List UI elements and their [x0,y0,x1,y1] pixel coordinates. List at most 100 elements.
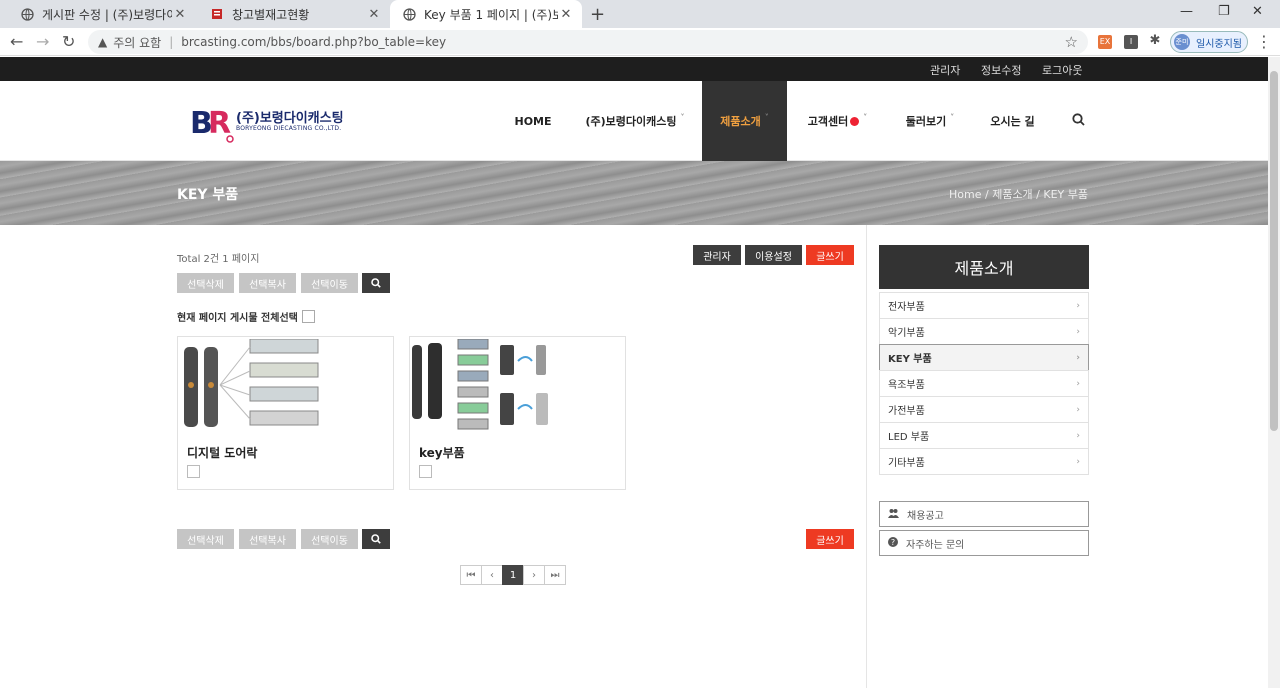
chevron-down-icon: ˅ [863,112,868,122]
browser-tab-bar: 게시판 수정 | (주)보령다이캐스팅 ✕ 창고별재고현황 ✕ Key 부품 1… [0,0,1280,28]
sidebar-item-led[interactable]: LED 부품 › [879,422,1089,449]
next-page-icon[interactable]: › [523,565,545,585]
nav-company[interactable]: (주)보령다이캐스팅 ˅ [575,81,695,161]
browser-tab-2[interactable]: 창고별재고현황 ✕ [198,0,390,28]
settings-button[interactable]: 이용설정 [745,245,802,265]
post-thumbnail[interactable] [180,338,393,439]
post-title[interactable]: key부품 [419,444,465,461]
write-button[interactable]: 글쓰기 [806,245,854,265]
browser-tab-3[interactable]: Key 부품 1 페이지 | (주)보령다이 ✕ [390,0,582,28]
sidebar-item-instrument[interactable]: 악기부품 › [879,318,1089,345]
nav-label: 오시는 길 [990,115,1035,128]
select-all-row: 현재 페이지 게시물 전체선택 [177,309,315,324]
delete-selected-button-bottom[interactable]: 선택삭제 [177,529,234,549]
new-tab-button[interactable]: + [590,4,605,25]
extension-icon[interactable]: EX [1098,35,1112,49]
page-scrollbar[interactable] [1268,57,1280,688]
post-checkbox[interactable] [419,465,432,478]
sidebar-item-key[interactable]: KEY 부품 › [879,344,1089,371]
browser-tab-title: 창고별재고현황 [232,7,310,22]
close-icon[interactable]: ✕ [558,7,574,22]
chevron-right-icon: › [1076,378,1080,389]
chevron-right-icon: › [1076,352,1080,363]
extension-icon[interactable]: I [1124,35,1138,49]
copy-selected-button[interactable]: 선택복사 [239,273,296,293]
delete-selected-button[interactable]: 선택삭제 [177,273,234,293]
kebab-menu-icon[interactable]: ⋮ [1256,32,1272,51]
sidebar-item-other[interactable]: 기타부품 › [879,448,1089,475]
sidebar-item-label: 악기부품 [888,328,925,339]
globe-icon [402,7,416,21]
svg-text:R: R [208,106,231,141]
edit-profile-link[interactable]: 정보수정 [981,62,1021,78]
profile-button[interactable]: 준미 일시중지됨 [1170,31,1248,53]
url-text: brcasting.com/bbs/board.php?bo_table=key [181,35,447,49]
close-icon[interactable]: ✕ [366,7,382,22]
logo-mark-icon: B R [190,106,234,143]
nav-home[interactable]: HOME [503,81,563,161]
nav-directions[interactable]: 오시는 길 [980,81,1045,161]
write-button-bottom[interactable]: 글쓰기 [806,529,854,549]
first-page-icon[interactable]: ⏮ [460,565,482,585]
nav-customer-center[interactable]: 고객센터 ˅ [795,81,880,161]
restore-icon[interactable]: ❐ [1218,4,1230,19]
bookmark-star-icon[interactable]: ☆ [1065,33,1078,51]
browser-tab-1[interactable]: 게시판 수정 | (주)보령다이캐스팅 ✕ [8,0,196,28]
puzzle-icon[interactable]: ✱ [1148,34,1162,49]
reload-icon[interactable]: ↻ [62,32,75,51]
browser-tab-title: 게시판 수정 | (주)보령다이캐스팅 [42,7,172,22]
chevron-right-icon: › [1076,456,1080,467]
nav-label: 제품소개 [720,115,761,128]
nav-label: 고객센터 [807,115,849,128]
breadcrumb: Home / 제품소개 / KEY 부품 [949,188,1088,201]
admin-button[interactable]: 관리자 [693,245,741,265]
search-icon[interactable] [1072,113,1085,130]
recruit-link[interactable]: 채용공고 [879,501,1089,527]
copy-selected-button-bottom[interactable]: 선택복사 [239,529,296,549]
sidebar-item-electronic[interactable]: 전자부품 › [879,292,1089,319]
total-count: Total 2건 1 페이지 [177,254,260,265]
sidebar-item-label: 욕조부품 [888,380,925,391]
logout-link[interactable]: 로그아웃 [1042,62,1082,78]
sidebar-item-bathtub[interactable]: 욕조부품 › [879,370,1089,397]
sidebar-item-label: KEY 부품 [888,354,932,365]
search-icon [371,534,381,544]
users-icon [888,508,899,521]
move-selected-button[interactable]: 선택이동 [301,273,358,293]
question-circle-icon: ? [888,536,898,550]
profile-label: 일시중지됨 [1196,38,1242,50]
key-parts-product-image [412,338,548,430]
page-number[interactable]: 1 [502,565,524,585]
forward-arrow-icon[interactable]: → [36,32,49,51]
close-icon[interactable]: ✕ [172,7,188,22]
minimize-icon[interactable]: — [1180,4,1193,19]
post-card[interactable]: 디지털 도어락 [177,336,394,490]
nav-label: 둘러보기 [905,115,947,128]
separator: | [169,35,174,49]
window-close-icon[interactable]: ✕ [1252,4,1263,19]
url-omnibox[interactable]: ▲ 주의 요함 | brcasting.com/bbs/board.php?bo… [88,30,1088,54]
nav-products[interactable]: 제품소개 ˅ [702,81,787,161]
board-search-button-bottom[interactable] [362,529,390,549]
faq-link[interactable]: ? 자주하는 문의 [879,530,1089,556]
last-page-icon[interactable]: ⏭ [544,565,566,585]
move-selected-button-bottom[interactable]: 선택이동 [301,529,358,549]
back-arrow-icon[interactable]: ← [10,32,23,51]
post-checkbox[interactable] [187,465,200,478]
admin-link[interactable]: 관리자 [930,62,960,78]
post-card[interactable]: key부품 [409,336,626,490]
sidebar-title: 제품소개 [879,245,1089,289]
prev-page-icon[interactable]: ‹ [481,565,503,585]
top-utility-bar: 관리자 정보수정 로그아웃 [0,57,1268,81]
sidebar-item-appliance[interactable]: 가전부품 › [879,396,1089,423]
sidebar-item-label: 기타부품 [888,458,925,469]
select-all-checkbox[interactable] [301,310,315,323]
site-logo[interactable]: B R (주)보령다이캐스팅 BORYEONG DIECASTING CO.,L… [190,101,344,145]
scrollbar-thumb[interactable] [1270,71,1278,431]
board-search-button[interactable] [362,273,390,293]
nav-browse[interactable]: 둘러보기 ˅ [890,81,970,161]
page-title: KEY 부품 [177,187,239,203]
post-thumbnail[interactable] [412,338,625,439]
search-icon [371,278,381,288]
post-title[interactable]: 디지털 도어락 [187,444,257,461]
